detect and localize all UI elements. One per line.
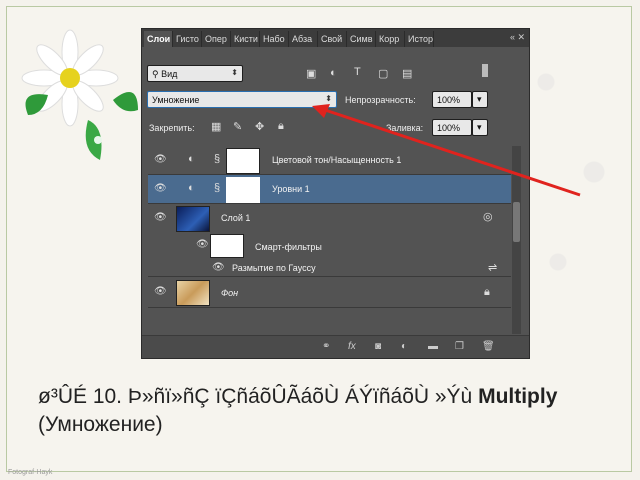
link-icon[interactable]: § [214,153,220,165]
layer-filter-select[interactable]: ⚲ Вид ⬍ [147,65,243,82]
layer-filter-label: Вид [161,69,178,79]
eye-icon[interactable]: 👁︎ [212,262,225,273]
tab-histogram[interactable]: Гисто [173,31,202,47]
layers-panel: Слои Гисто Опер Кисти Набо Абза Свой Сим… [141,28,530,359]
panel-controls[interactable]: « ✕ [510,32,525,43]
tab-paragraph[interactable]: Абза [289,31,318,47]
eye-icon[interactable]: 👁︎ [154,286,167,297]
tab-properties[interactable]: Свой [318,31,347,47]
filter-options-icon[interactable]: ⇌ [488,261,497,274]
trash-icon[interactable]: 🗑︎ [482,341,495,352]
updown-icon: ⬍ [325,94,332,103]
filter-mask-thumbnail[interactable] [210,234,244,258]
layers-scrollbar[interactable] [512,146,521,334]
layer-row[interactable]: 👁︎ Слой 1 ◎ [148,204,511,233]
eye-icon[interactable]: 👁︎ [154,212,167,223]
caption-rest: (Умножение) [38,413,163,436]
scrollbar-thumb[interactable] [513,202,520,242]
group-icon[interactable]: ▬ [428,341,438,352]
blend-mode-value: Умножение [152,95,200,105]
smart-filter-indicator-icon[interactable]: ◎ [483,210,493,223]
text-filter-icon[interactable]: T [354,66,361,78]
eye-icon[interactable]: 👁︎ [154,154,167,165]
layer-mask-thumbnail[interactable] [226,148,260,174]
fill-dropdown-button[interactable]: ▾ [472,119,488,136]
new-layer-icon[interactable]: ❐ [455,341,464,352]
adjustment-filter-icon[interactable]: ◐ [330,67,337,79]
blend-mode-select[interactable]: Умножение ⬍ [147,91,337,108]
caption-bold: Multiply [478,385,558,408]
layer-mask-thumbnail[interactable] [226,177,260,203]
daisy-illustration [21,29,138,160]
fx-icon[interactable]: fx [348,341,356,352]
layer-name[interactable]: Фон [221,288,238,298]
tab-layers[interactable]: Слои [144,31,173,47]
lock-transparency-icon[interactable]: ▦ [211,120,221,133]
adjustment-icon[interactable]: ◐ [401,341,407,352]
lock-position-icon[interactable]: ✥ [255,120,264,133]
fill-field[interactable]: 100% [432,119,472,136]
smart-filters-row[interactable]: 👁︎ Смарт-фильтры [148,233,511,260]
opacity-label: Непрозрачность: [345,95,416,105]
fill-value: 100% [437,123,461,133]
layer-row[interactable]: 👁︎ ◐ § Цветовой тон/Насыщенность 1 [148,146,511,175]
filter-row[interactable]: 👁︎ Размытие по Гауссу ⇌ [148,260,511,277]
panel-tabs: Слои Гисто Опер Кисти Набо Абза Свой Сим… [142,29,529,47]
lock-label: Закрепить: [149,123,195,133]
tab-actions[interactable]: Опер [202,31,231,47]
link-icon[interactable]: ⚭ [322,341,330,352]
layer-name[interactable]: Слой 1 [221,213,250,223]
filter-name[interactable]: Размытие по Гауссу [232,263,316,273]
opacity-value: 100% [437,95,461,105]
adjustment-layer-icon: ◐ [188,182,195,194]
tab-history[interactable]: Истори [405,31,434,47]
mask-icon[interactable]: ◙ [375,341,381,352]
layer-name[interactable]: Цветовой тон/Насыщенность 1 [272,155,401,165]
chevron-down-icon: ▾ [477,94,482,104]
slide-caption: ø³ÛÉ 10. Þ»ñï»ñÇ ïÇñáõÛÃáõÙ ÁÝïñáõÙ »Ýù … [38,383,618,439]
tab-brushes[interactable]: Кисти [231,31,260,47]
lock-all-icon[interactable]: 🔒︎ [278,120,284,133]
image-filter-icon[interactable]: ▣ [306,67,316,80]
link-icon[interactable]: § [214,182,220,194]
layer-row-selected[interactable]: 👁︎ ◐ § Уровни 1 [148,175,511,204]
filter-toggle-switch[interactable] [482,64,488,77]
layers-bottom-bar: ⚭ fx ◙ ◐ ▬ ❐ 🗑︎ [142,335,529,358]
eye-icon[interactable]: 👁︎ [196,239,209,250]
smart-object-filter-icon[interactable]: ▤ [402,67,412,80]
tab-character[interactable]: Симв [347,31,376,47]
tab-presets[interactable]: Набо [260,31,289,47]
opacity-dropdown-button[interactable]: ▾ [472,91,488,108]
lock-icon[interactable]: 🔒︎ [484,286,490,299]
eye-icon[interactable]: 👁︎ [154,183,167,194]
layer-row[interactable]: 👁︎ Фон 🔒︎ [148,277,511,308]
lock-pixels-icon[interactable]: ✎ [233,120,242,133]
shape-filter-icon[interactable]: ▢ [378,67,388,80]
search-icon: ⚲ [152,69,162,79]
chevron-down-icon: ▾ [477,122,482,132]
opacity-field[interactable]: 100% [432,91,472,108]
smart-object-thumbnail[interactable] [176,206,210,232]
smart-filters-label[interactable]: Смарт-фильтры [255,242,322,252]
caption-text: ø³ÛÉ 10. Þ»ñï»ñÇ ïÇñáõÛÃáõÙ ÁÝïñáõÙ »Ýù [38,385,479,408]
tab-corrections[interactable]: Корр [376,31,405,47]
layers-list: 👁︎ ◐ § Цветовой тон/Насыщенность 1 👁︎ ◐ … [148,146,511,334]
background-thumbnail[interactable] [176,280,210,306]
adjustment-layer-icon: ◐ [188,153,195,165]
fill-label: Заливка: [386,123,424,133]
footer-credit: Fotograf-Hayk [8,469,53,476]
updown-icon: ⬍ [231,68,238,77]
layer-name[interactable]: Уровни 1 [272,184,310,194]
